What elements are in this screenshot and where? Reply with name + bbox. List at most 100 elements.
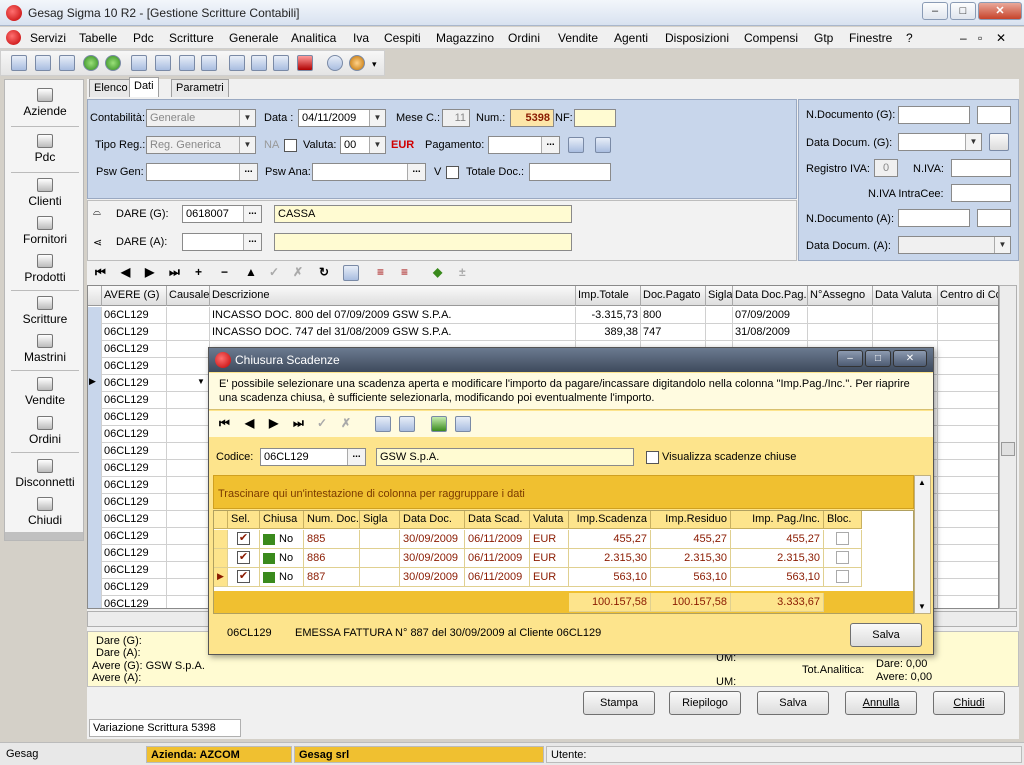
dare-a-icon[interactable]: ⋖ [93, 236, 102, 249]
menu-ordini[interactable]: Ordini [508, 31, 540, 45]
bloc-checkbox[interactable] [824, 549, 862, 568]
dare-a-name-field[interactable] [274, 233, 572, 251]
scadenze-cell[interactable]: 887 [304, 568, 360, 587]
menu-disposizioni[interactable]: Disposizioni [665, 31, 729, 45]
table-cell[interactable] [167, 562, 210, 579]
scadenze-col-datadoc[interactable]: Data Doc. [400, 511, 465, 529]
table-cell[interactable]: 06CL129 [102, 358, 167, 375]
grid-scrollbar[interactable] [999, 285, 1017, 609]
ndoca-field[interactable] [898, 209, 970, 227]
menu-agenti[interactable]: Agenti [614, 31, 648, 45]
scadenze-cell[interactable]: 885 [304, 530, 360, 549]
mese-field[interactable]: 11 [442, 109, 470, 127]
ndoca-suffix-field[interactable] [977, 209, 1011, 227]
table-cell[interactable]: 06CL129 [102, 460, 167, 477]
table-cell[interactable] [167, 545, 210, 562]
mdi-close-button[interactable]: ✕ [996, 31, 1006, 45]
calendar-week-icon[interactable] [251, 55, 267, 71]
checkbox-checked[interactable]: ✔ [237, 551, 250, 564]
forward-icon[interactable] [105, 55, 121, 71]
tab-dati[interactable]: Dati [129, 77, 159, 97]
first-record-icon[interactable]: ⏮ [95, 265, 106, 280]
table-cell[interactable] [938, 443, 998, 460]
table-cell[interactable] [938, 494, 998, 511]
scadenze-cell[interactable]: 30/09/2009 [400, 530, 465, 549]
menu-cespiti[interactable]: Cespiti [384, 31, 421, 45]
folder-icon[interactable] [179, 55, 195, 71]
table-cell[interactable] [938, 392, 998, 409]
table-cell[interactable]: 06CL129 [102, 341, 167, 358]
codice-field[interactable]: 06CL129... [260, 448, 366, 466]
pswana-field[interactable]: ... [312, 163, 426, 181]
table-cell[interactable] [167, 341, 210, 358]
chevron-down-icon[interactable]: ▼ [369, 110, 385, 126]
nf-field[interactable] [574, 109, 616, 127]
menu-finestre[interactable]: Finestre [849, 31, 892, 45]
salva-button[interactable]: Salva [757, 691, 829, 715]
checkbox-checked[interactable]: ✔ [237, 570, 250, 583]
scadenze-cell[interactable]: 06/11/2009 [465, 568, 530, 587]
datadoca-field[interactable]: ▼ [898, 236, 1011, 254]
col-avere[interactable]: AVERE (G) [102, 286, 167, 306]
table-cell[interactable]: 747 [641, 324, 706, 341]
sidebar-item-fornitori[interactable]: Fornitori [5, 216, 85, 246]
sidebar-item-aziende[interactable]: Aziende [5, 88, 85, 118]
search-icon[interactable] [989, 133, 1009, 151]
menu-pdc[interactable]: Pdc [133, 31, 154, 45]
table-row[interactable]: 06CL129 INCASSO DOC. 747 del 31/08/2009 G… [88, 324, 998, 341]
scroll-thumb[interactable] [1001, 442, 1015, 456]
col-descrizione[interactable]: Descrizione [210, 286, 576, 306]
lookup-button[interactable]: ... [243, 234, 261, 250]
col-data-doc-pag[interactable]: Data Doc.Pag. [733, 286, 808, 306]
dare-g-name-field[interactable]: CASSA [274, 205, 572, 223]
ndocg-suffix-field[interactable] [977, 106, 1011, 124]
table-cell[interactable]: 06CL129 [102, 511, 167, 528]
table-cell[interactable] [808, 324, 873, 341]
menu-gtp[interactable]: Gtp [814, 31, 833, 45]
confirm-icon[interactable]: ✓ [269, 265, 279, 279]
chiusa-cell[interactable]: No [260, 549, 304, 568]
export-icon[interactable]: ◆ [433, 265, 442, 279]
table-cell[interactable]: 06CL129 [102, 375, 167, 392]
maximize-button[interactable]: □ [950, 2, 976, 20]
checkbox-unchecked[interactable] [836, 570, 849, 583]
col-doc-pagato[interactable]: Doc.Pagato [641, 286, 706, 306]
table-cell[interactable]: 06CL129 [102, 528, 167, 545]
scadenze-col-sigla[interactable]: Sigla [360, 511, 400, 529]
sidebar-item-disconnetti[interactable]: Disconnetti [5, 459, 85, 489]
menu-tabelle[interactable]: Tabelle [79, 31, 117, 45]
scadenze-col-bloc[interactable]: Bloc. [824, 511, 862, 529]
chiusa-cell[interactable]: No [260, 568, 304, 587]
scadenze-cell[interactable]: 455,27 [651, 530, 731, 549]
table-cell[interactable]: 06CL129 [102, 443, 167, 460]
lookup-button[interactable]: ... [243, 206, 261, 222]
table-cell[interactable] [938, 596, 998, 608]
dare-a-code-field[interactable]: ... [182, 233, 262, 251]
sidebar-item-chiudi[interactable]: Chiudi [5, 497, 85, 527]
cancel-icon[interactable]: ✗ [293, 265, 303, 279]
riepilogo-button[interactable]: Riepilogo [669, 691, 741, 715]
visualizza-chiuse-checkbox[interactable] [646, 451, 659, 464]
table-cell[interactable] [938, 307, 998, 324]
table-cell[interactable]: 06CL129 [102, 477, 167, 494]
table-row[interactable]: 06CL129 INCASSO DOC. 800 del 07/09/2009 G… [88, 307, 998, 324]
tree-icon[interactable] [131, 55, 147, 71]
barcode-icon[interactable] [297, 55, 313, 71]
minimize-button[interactable]: – [922, 2, 948, 20]
chiudi-button[interactable]: Chiudi [933, 691, 1005, 715]
table-cell[interactable] [167, 477, 210, 494]
scadenze-cell[interactable]: 563,10 [731, 568, 824, 587]
scadenze-col-chiusa[interactable]: Chiusa [260, 511, 304, 529]
menu-iva[interactable]: Iva [353, 31, 369, 45]
lookup-button[interactable]: ... [541, 137, 559, 153]
scadenze-cell[interactable]: 06/11/2009 [465, 530, 530, 549]
mdi-restore-button[interactable]: ▫ [978, 31, 982, 45]
table-cell[interactable]: INCASSO DOC. 800 del 07/09/2009 GSW S.P.… [210, 307, 576, 324]
user-icon[interactable] [349, 55, 365, 71]
table-cell[interactable] [167, 579, 210, 596]
table-cell[interactable]: 06CL129 [102, 392, 167, 409]
sidebar-item-scritture[interactable]: Scritture [5, 296, 85, 326]
back-icon[interactable] [83, 55, 99, 71]
table-cell[interactable] [167, 426, 210, 443]
table-cell[interactable] [873, 324, 938, 341]
